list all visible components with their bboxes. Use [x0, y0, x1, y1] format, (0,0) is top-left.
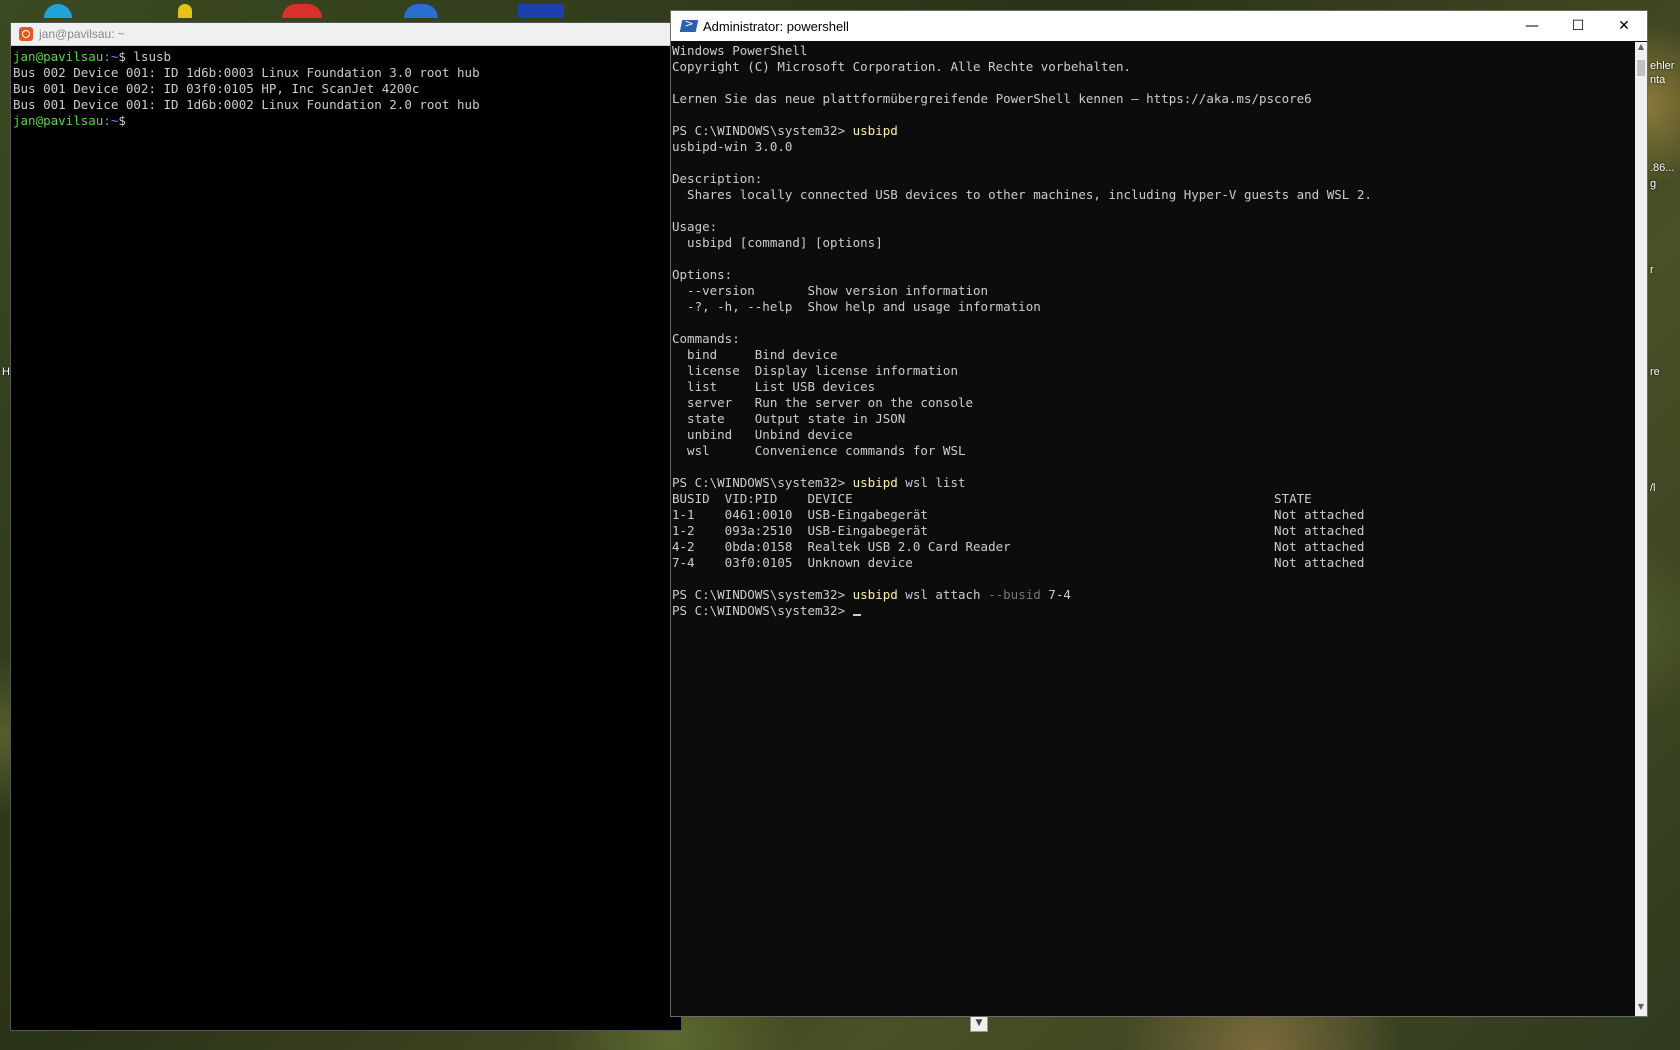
ps-prompt: PS C:\WINDOWS\system32> [672, 123, 853, 138]
prompt-command: lsusb [125, 49, 172, 64]
prompt-user: jan@pavilsau [13, 113, 104, 128]
output-line: Bus 002 Device 001: ID 1d6b:0003 Linux F… [13, 65, 480, 80]
ubuntu-window-title: jan@pavilsau: ~ [39, 27, 125, 41]
ubuntu-titlebar[interactable]: jan@pavilsau: ~ [11, 23, 681, 46]
prompt-path: :~ [103, 113, 119, 128]
ps-command-flag: --busid [988, 587, 1041, 602]
console-line: Copyright (C) Microsoft Corporation. All… [672, 59, 1132, 74]
console-line: state Output state in JSON [672, 411, 906, 426]
console-line: Commands: [672, 331, 740, 346]
ps-prompt: PS C:\WINDOWS\system32> [672, 475, 853, 490]
prompt-line: jan@pavilsau:~$ lsusb [13, 49, 171, 64]
powershell-window-title: Administrator: powershell [703, 18, 849, 34]
device-table-row: 1-1 0461:0010 USB-Eingabegerät Not attac… [672, 507, 1365, 522]
device-table-row: 1-2 093a:2510 USB-Eingabegerät Not attac… [672, 523, 1365, 538]
prompt-symbol: $ [118, 113, 126, 128]
ubuntu-terminal-window[interactable]: jan@pavilsau: ~ jan@pavilsau:~$ lsusb Bu… [10, 22, 682, 1031]
output-line: Bus 001 Device 002: ID 03f0:0105 HP, Inc… [13, 81, 420, 96]
ps-command-args: wsl list [897, 475, 966, 490]
ps-command: usbipd [852, 587, 898, 602]
device-table-row: 4-2 0bda:0158 Realtek USB 2.0 Card Reade… [672, 539, 1365, 554]
prompt-line-active[interactable]: PS C:\WINDOWS\system32> [672, 603, 861, 618]
desktop-label-4: g [1650, 178, 1657, 190]
prompt-symbol: $ [118, 49, 126, 64]
ps-prompt: PS C:\WINDOWS\system32> [672, 603, 853, 618]
console-line: list List USB devices [672, 379, 876, 394]
powershell-window[interactable]: Administrator: powershell — ☐ ✕ Windows … [670, 10, 1648, 1017]
prompt-line: PS C:\WINDOWS\system32> usbipd [672, 123, 898, 138]
scroll-up-arrow-icon[interactable]: ▲ [1635, 42, 1647, 56]
powershell-titlebar[interactable]: Administrator: powershell — ☐ ✕ [671, 11, 1647, 41]
ubuntu-terminal-output[interactable]: jan@pavilsau:~$ lsusb Bus 002 Device 001… [11, 46, 681, 132]
device-table-header: BUSID VID:PID DEVICE STATE [672, 491, 1312, 506]
device-table-row: 7-4 03f0:0105 Unknown device Not attache… [672, 555, 1365, 570]
desktop-icon-red[interactable] [282, 4, 322, 18]
console-line: Windows PowerShell [672, 43, 808, 58]
scrollbar-thumb[interactable] [1637, 60, 1645, 76]
minimize-button[interactable]: — [1509, 11, 1555, 41]
close-button[interactable]: ✕ [1601, 11, 1647, 41]
console-line: -?, -h, --help Show help and usage infor… [672, 299, 1041, 314]
console-line: server Run the server on the console [672, 395, 974, 410]
ps-command: usbipd [852, 475, 898, 490]
console-line: --version Show version information [672, 283, 989, 298]
desktop-icon-yellow[interactable] [178, 4, 192, 18]
console-line: Shares locally connected USB devices to … [672, 187, 1372, 202]
desktop-icon-grid[interactable] [518, 4, 564, 18]
powershell-scrollbar[interactable]: ▲ ▼ [1635, 42, 1647, 1016]
powershell-icon [679, 20, 699, 32]
ps-prompt: PS C:\WINDOWS\system32> [672, 587, 853, 602]
maximize-button[interactable]: ☐ [1555, 11, 1601, 41]
desktop-label-2: nta [1650, 74, 1666, 86]
console-line: license Display license information [672, 363, 958, 378]
prompt-user: jan@pavilsau [13, 49, 104, 64]
prompt-line: jan@pavilsau:~$ [13, 113, 126, 128]
console-line: bind Bind device [672, 347, 838, 362]
scroll-down-arrow-icon[interactable]: ▼ [1635, 1002, 1647, 1016]
ubuntu-logo-icon [19, 27, 33, 41]
prompt-line: PS C:\WINDOWS\system32> usbipd wsl attac… [672, 587, 1071, 602]
desktop-label-8: H [2, 366, 10, 378]
output-line: Bus 001 Device 001: ID 1d6b:0002 Linux F… [13, 97, 480, 112]
console-line: Lernen Sie das neue plattformübergreifen… [672, 91, 1312, 106]
scroll-down-arrow-icon[interactable]: ▼ [970, 1016, 988, 1032]
console-line: unbind Unbind device [672, 427, 853, 442]
console-line: usbipd-win 3.0.0 [672, 139, 793, 154]
desktop-label-5: r [1650, 264, 1654, 276]
ps-command-value: 7-4 [1040, 587, 1071, 602]
console-line: usbipd [command] [options] [672, 235, 883, 250]
console-line: Usage: [672, 219, 718, 234]
desktop-label-6: re [1650, 366, 1660, 378]
console-line: Options: [672, 267, 733, 282]
console-line: Description: [672, 171, 763, 186]
text-cursor [852, 614, 861, 616]
desktop-label-1: ehler [1650, 60, 1675, 72]
ps-command: usbipd [852, 123, 898, 138]
powershell-console[interactable]: Windows PowerShell Copyright (C) Microso… [671, 42, 1635, 1016]
console-line: wsl Convenience commands for WSL [672, 443, 966, 458]
prompt-path: :~ [103, 49, 119, 64]
prompt-line: PS C:\WINDOWS\system32> usbipd wsl list [672, 475, 966, 490]
desktop-label-3: .86... [1650, 162, 1675, 174]
desktop-label-7: /l [1650, 482, 1656, 494]
ps-command-args: wsl attach [897, 587, 989, 602]
